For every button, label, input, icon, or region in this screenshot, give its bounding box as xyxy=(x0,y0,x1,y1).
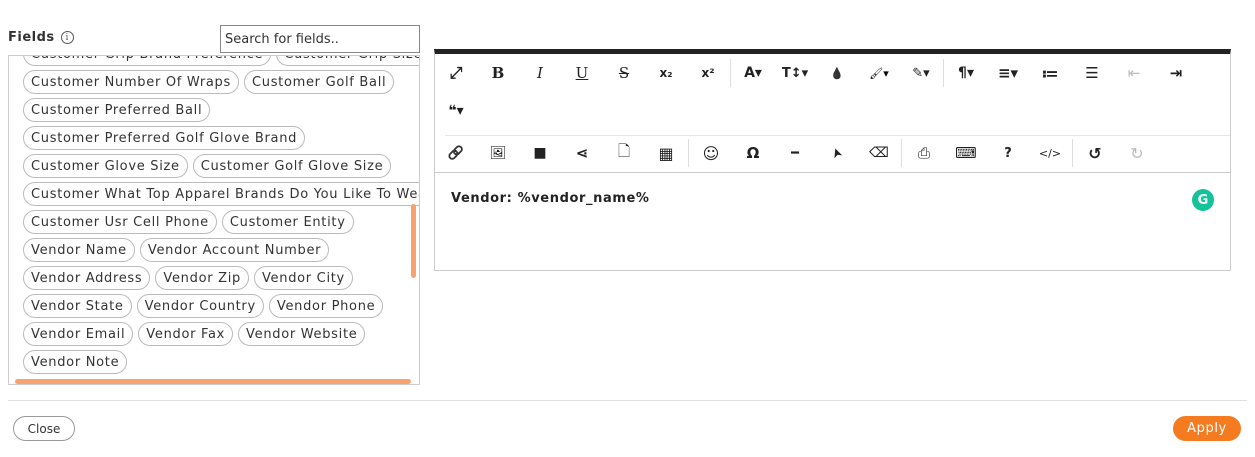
toolbar-row-2: ❝▾ xyxy=(435,92,477,130)
vertical-scrollbar[interactable] xyxy=(411,204,416,278)
print-icon[interactable]: ⎙ xyxy=(903,134,945,172)
tag-row: Vendor Address Vendor Zip Vendor City xyxy=(23,264,419,292)
align-icon[interactable]: ≡▾ xyxy=(987,54,1029,92)
field-tag[interactable]: Customer Number Of Wraps xyxy=(23,70,239,94)
tag-row: Vendor Email Vendor Fax Vendor Website xyxy=(23,320,419,348)
field-tag[interactable]: Customer Golf Ball xyxy=(243,70,395,94)
field-tag[interactable]: Vendor Email xyxy=(23,322,134,346)
field-tag[interactable]: Vendor Website xyxy=(238,322,366,346)
tag-row: Vendor State Vendor Country Vendor Phone xyxy=(23,292,419,320)
field-tag[interactable]: Vendor Zip xyxy=(155,266,249,290)
toolbar-separator xyxy=(943,59,944,87)
subscript-icon[interactable]: x₂ xyxy=(645,54,687,92)
video-icon[interactable]: ■ xyxy=(519,134,561,172)
rich-text-editor: ⤢ B I U Sx₂ x² A▾ T↕▾ 💧 🖌▾ ✎▾ ¶▾ ≡▾ ≔ ☰ ⇤ ⇥ ❝▾ 🔗 🖼 ■ ⋖ 🗋 ▦ ☺ Ω ━… xyxy=(434,49,1231,271)
field-tag[interactable]: Customer Grip Size xyxy=(276,56,419,66)
toolbar-row-3: 🔗 🖼 ■ ⋖ 🗋 ▦ ☺ Ω ━ ➤ ⌫ ⎙ ⌨? </> ↺ ↻ xyxy=(435,134,1158,172)
link-icon[interactable]: 🔗 xyxy=(435,134,477,172)
underline-icon[interactable]: U xyxy=(561,54,603,92)
strikethrough-icon[interactable]: S xyxy=(603,54,645,92)
field-tag[interactable]: Customer Grip Brand Preference xyxy=(23,56,272,66)
magic-wand-icon[interactable]: ✎▾ xyxy=(900,54,942,92)
text-color-icon[interactable]: 💧 xyxy=(816,54,858,92)
unordered-list-icon[interactable]: ☰ xyxy=(1071,54,1113,92)
field-tag[interactable]: Vendor Country xyxy=(136,294,264,318)
field-tag[interactable]: Customer Preferred Golf Glove Brand xyxy=(23,126,306,150)
share-icon[interactable]: ⋖ xyxy=(561,134,603,172)
tag-row: Customer Usr Cell Phone Customer Entity xyxy=(23,208,419,236)
paragraph-icon[interactable]: ¶▾ xyxy=(945,54,987,92)
horizontal-line-icon[interactable]: ━ xyxy=(774,134,816,172)
apply-button[interactable]: Apply xyxy=(1173,416,1241,441)
help-icon[interactable]: ? xyxy=(987,134,1029,172)
fields-label: Fields i xyxy=(8,30,74,45)
undo-icon[interactable]: ↺ xyxy=(1074,134,1116,172)
tag-row: Customer Grip Brand Preference Customer G… xyxy=(23,56,419,68)
field-tag[interactable]: Customer What Top Apparel Brands Do You … xyxy=(23,182,419,206)
quote-icon[interactable]: ❝▾ xyxy=(435,92,477,130)
field-tag[interactable]: Customer Glove Size xyxy=(23,154,188,178)
toolbar-separator xyxy=(901,139,902,167)
ordered-list-icon[interactable]: ≔ xyxy=(1029,54,1071,92)
toolbar-separator xyxy=(688,139,689,167)
bold-icon[interactable]: B xyxy=(477,54,519,92)
field-list[interactable]: Customer Grip Brand Preference Customer G… xyxy=(8,55,420,385)
indent-icon[interactable]: ⇥ xyxy=(1155,54,1197,92)
field-tag[interactable]: Customer Golf Glove Size xyxy=(192,154,392,178)
file-icon[interactable]: 🗋 xyxy=(603,134,645,172)
footer-divider xyxy=(8,400,1247,401)
superscript-icon[interactable]: x² xyxy=(687,54,729,92)
tag-row: Vendor Note xyxy=(23,348,419,376)
tag-container: Customer Grip Brand Preference Customer G… xyxy=(23,56,419,376)
field-tag[interactable]: Customer Preferred Ball xyxy=(23,98,211,122)
outdent-icon[interactable]: ⇤ xyxy=(1113,54,1155,92)
special-char-icon[interactable]: Ω xyxy=(732,134,774,172)
close-button[interactable]: Close xyxy=(13,416,75,441)
table-icon[interactable]: ▦ xyxy=(645,134,687,172)
toolbar-separator xyxy=(730,59,731,87)
paint-brush-icon[interactable]: 🖌▾ xyxy=(858,54,900,92)
tag-row: Customer What Top Apparel Brands Do You … xyxy=(23,180,419,208)
field-tag[interactable]: Vendor Fax xyxy=(138,322,234,346)
field-tag[interactable]: Vendor Note xyxy=(23,350,128,374)
field-tag[interactable]: Vendor Address xyxy=(23,266,151,290)
italic-icon[interactable]: I xyxy=(519,54,561,92)
field-tag[interactable]: Customer Entity xyxy=(221,210,354,234)
redo-icon[interactable]: ↻ xyxy=(1116,134,1158,172)
emoji-icon[interactable]: ☺ xyxy=(690,134,732,172)
toolbar-separator xyxy=(1072,139,1073,167)
code-view-icon[interactable]: </> xyxy=(1029,134,1071,172)
tag-row: Vendor Name Vendor Account Number xyxy=(23,236,419,264)
clear-format-icon[interactable]: ⌫ xyxy=(858,134,900,172)
font-family-icon[interactable]: A▾ xyxy=(732,54,774,92)
field-tag[interactable]: Vendor Account Number xyxy=(139,238,330,262)
fullscreen-icon[interactable]: ⤢ xyxy=(435,54,477,92)
field-tag[interactable]: Vendor City xyxy=(253,266,353,290)
tag-row: Customer Glove Size Customer Golf Glove S… xyxy=(23,152,419,180)
horizontal-scrollbar[interactable] xyxy=(15,379,411,384)
tag-row: Customer Number Of Wraps Customer Golf Ba… xyxy=(23,68,419,96)
fields-title: Fields xyxy=(8,30,55,45)
field-tag[interactable]: Customer Usr Cell Phone xyxy=(23,210,217,234)
grammarly-icon[interactable]: G xyxy=(1192,189,1214,211)
font-size-icon[interactable]: T↕▾ xyxy=(774,54,816,92)
tag-row: Customer Preferred Ball xyxy=(23,96,419,124)
search-input[interactable] xyxy=(220,25,420,53)
editor-content[interactable]: Vendor: %vendor_name% xyxy=(451,191,650,206)
image-icon[interactable]: 🖼 xyxy=(477,134,519,172)
field-tag[interactable]: Vendor State xyxy=(23,294,132,318)
info-icon[interactable]: i xyxy=(60,31,74,44)
tag-row: Customer Preferred Golf Glove Brand xyxy=(23,124,419,152)
field-tag[interactable]: Vendor Name xyxy=(23,238,135,262)
field-tag[interactable]: Vendor Phone xyxy=(268,294,384,318)
toolbar-row-1: ⤢ B I U Sx₂ x² A▾ T↕▾ 💧 🖌▾ ✎▾ ¶▾ ≡▾ ≔ ☰ ⇤ ⇥ xyxy=(435,54,1197,92)
content-divider xyxy=(435,172,1230,173)
keyboard-icon[interactable]: ⌨ xyxy=(945,134,987,172)
